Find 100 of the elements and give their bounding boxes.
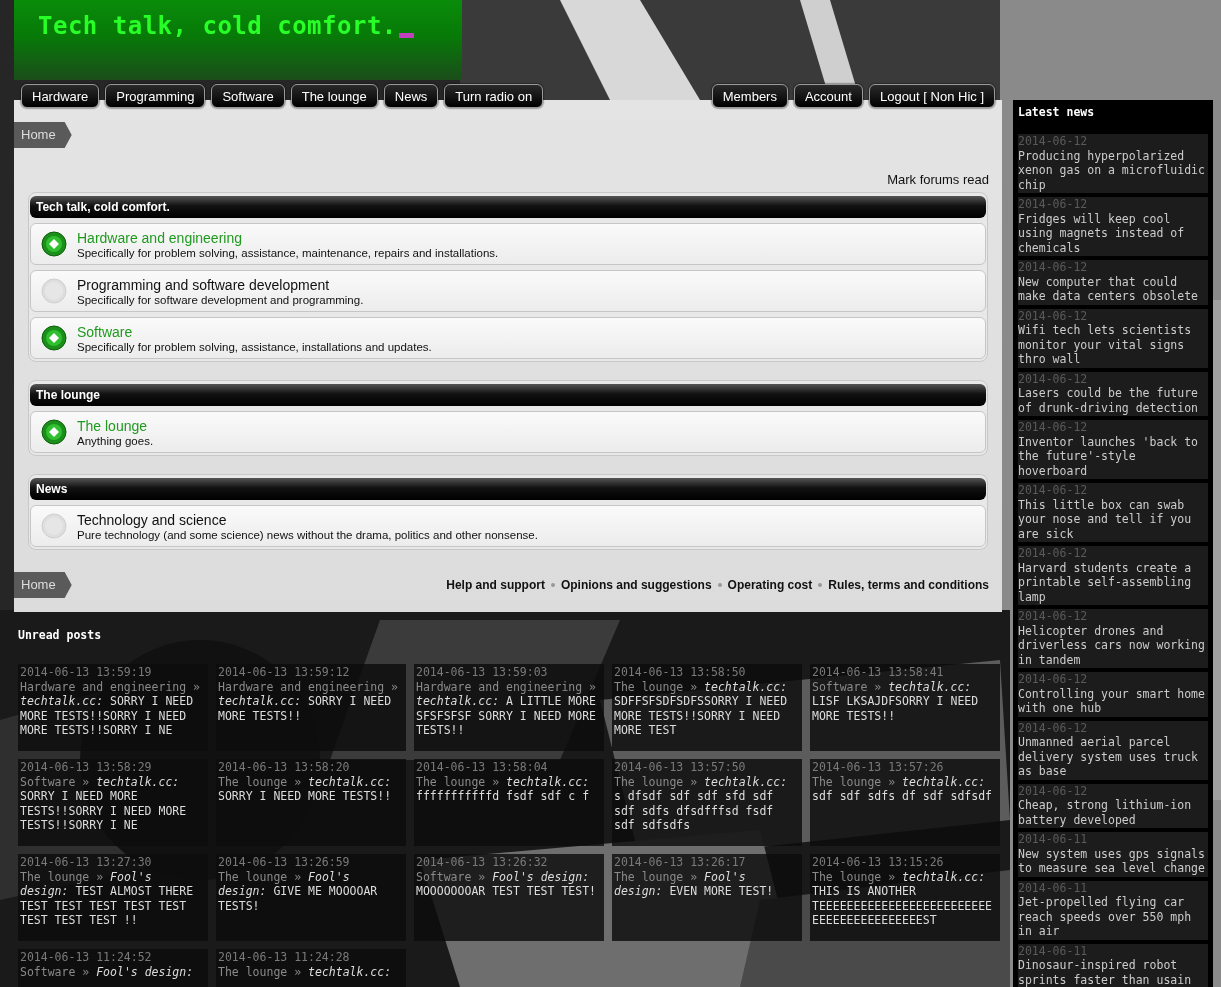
- post-date: 2014-06-13 13:58:50: [614, 665, 747, 680]
- news-item[interactable]: 2014-06-12 Inventor launches 'back to the future'-style hoverboard: [1018, 420, 1208, 479]
- news-date: 2014-06-12: [1018, 420, 1089, 435]
- cursor-icon: [398, 33, 414, 38]
- news-date: 2014-06-12: [1018, 260, 1089, 275]
- post-excerpt: Hardware and engineering » techtalk.cc: A LITTLE MORE SFSFSFSF SORRY I NEED MORE TESTS!!: [416, 679, 598, 738]
- news-title: This little box can swab your nose and tell if you are sick: [1018, 497, 1193, 541]
- post-date: 2014-06-13 13:57:50: [614, 760, 747, 775]
- breadcrumb-link[interactable]: Home: [14, 572, 72, 598]
- news-date: 2014-06-12: [1018, 672, 1089, 687]
- news-item[interactable]: 2014-06-12 Producing hyperpolarized xenon gas on a microfluidic chip: [1018, 134, 1208, 193]
- news-title: New system uses gps signals to measure sea level change: [1018, 846, 1206, 876]
- footer-link[interactable]: Operating cost: [727, 578, 813, 592]
- post-excerpt: The lounge » techtalk.cc: THIS IS ANOTHER TEEEEEEEEEEEEEEEEEEEEEEEEEEEEEEEEEEEEEEEEEST: [812, 869, 993, 928]
- post-date: 2014-06-13 13:58:29: [20, 760, 153, 775]
- news-item[interactable]: 2014-06-11 Dinosaur-inspired robot sprints faster than usain: [1018, 943, 1208, 987]
- footer-link[interactable]: Opinions and suggestions: [560, 578, 712, 592]
- post-card[interactable]: 2014-06-13 13:58:50 The lounge » techtalk.cc: SDFFSFSDFSDFSSORRY I NEED MORE TESTS!!SORRY I NEED MORE TEST: [612, 664, 802, 751]
- post-card[interactable]: 2014-06-13 13:57:50 The lounge » techtalk.cc: s dfsdf sdf sdf sfd sdf sdf sdfs dfsdfffsd fsdf sdf sdfsdfs: [612, 759, 802, 846]
- nav-button[interactable]: Turn radio on: [444, 84, 544, 108]
- post-card[interactable]: 2014-06-13 13:26:32 Software » Fool's design: MOOOOOOOAR TEST TEST TEST!: [414, 854, 604, 941]
- post-card[interactable]: 2014-06-13 13:26:59 The lounge » Fool's design: GIVE ME MOOOOAR TESTS!: [216, 854, 406, 941]
- post-card[interactable]: 2014-06-13 13:59:19 Hardware and engineering » techtalk.cc: SORRY I NEED MORE TESTS!!SORRY I NEED MORE TESTS!!SORRY I NE: [18, 664, 208, 751]
- post-date: 2014-06-13 13:58:41: [812, 665, 945, 680]
- news-title: Cheap, strong lithium-ion battery developed: [1018, 798, 1193, 827]
- post-card[interactable]: 2014-06-13 13:59:03 Hardware and engineering » techtalk.cc: A LITTLE MORE SFSFSFSF SORRY I NEED MORE TESTS!!: [414, 664, 604, 751]
- nav-button[interactable]: Software: [211, 84, 285, 108]
- post-date: 2014-06-13 13:59:03: [416, 665, 549, 680]
- news-date: 2014-06-12: [1018, 134, 1089, 149]
- post-card[interactable]: 2014-06-13 13:58:29 Software » techtalk.cc: SORRY I NEED MORE TESTS!!SORRY I NEED MORE TESTS!!SORRY I NE: [18, 759, 208, 846]
- post-card[interactable]: 2014-06-13 13:57:26 The lounge » techtalk.cc: sdf sdf sdfs df sdf sdfsdf: [810, 759, 1000, 846]
- forum-description: Specifically for problem solving, assistance, maintenance, repairs and installations.: [77, 246, 499, 259]
- post-excerpt: Hardware and engineering » techtalk.cc: SORRY I NEED MORE TESTS!!SORRY I NEED MORE TESTS!!SORRY I NE: [20, 679, 201, 738]
- post-date: 2014-06-13 13:26:17: [614, 855, 747, 870]
- post-date: 2014-06-13 13:15:26: [812, 855, 945, 870]
- post-excerpt: Software » techtalk.cc: SORRY I NEED MORE TESTS!!SORRY I NEED MORE TESTS!!SORRY I NE: [20, 774, 188, 833]
- nav-button[interactable]: Members: [711, 84, 788, 108]
- post-date: 2014-06-13 11:24:28: [218, 950, 351, 965]
- news-item[interactable]: 2014-06-12 Wifi tech lets scientists monitor your vital signs thro wall: [1018, 308, 1208, 368]
- post-card[interactable]: 2014-06-13 13:58:04 The lounge » techtalk.cc: fffffffffffd fsdf sdf c f: [414, 759, 604, 846]
- forum-link[interactable]: Programming and software development: [77, 276, 364, 293]
- news-item[interactable]: 2014-06-12 Harvard students create a printable self-assembling lamp: [1018, 546, 1208, 605]
- post-card[interactable]: 2014-06-13 13:27:30 The lounge » Fool's design: TEST ALMOST THERE TEST TEST TEST TEST TEST TEST TEST TEST !!: [18, 854, 208, 941]
- nav-button[interactable]: Logout [ Non Hic ]: [868, 84, 995, 108]
- footer-link[interactable]: Rules, terms and conditions: [828, 578, 989, 592]
- post-excerpt: The lounge » Fool's design: EVEN MORE TEST!: [614, 869, 775, 899]
- site-logo[interactable]: Tech talk, cold comfort.: [38, 12, 397, 40]
- nav-button[interactable]: The lounge: [290, 84, 378, 108]
- mark-read-link[interactable]: Mark forums read: [887, 172, 989, 187]
- post-card[interactable]: 2014-06-13 13:15:26 The lounge » techtalk.cc: THIS IS ANOTHER TEEEEEEEEEEEEEEEEEEEEEEEEEEEEEEEEEEEEEEEEEST: [810, 854, 1000, 941]
- nav-button[interactable]: Account: [793, 84, 863, 108]
- post-date: 2014-06-13 13:59:19: [20, 665, 153, 680]
- news-date: 2014-06-12: [1018, 308, 1089, 323]
- news-date: 2014-06-12: [1018, 483, 1089, 498]
- news-title: Jet-propelled flying car reach speeds over 550 mph in air: [1018, 895, 1193, 939]
- sidebar-title: Latest news: [1018, 104, 1096, 121]
- news-item[interactable]: 2014-06-12 Helicopter drones and driverless cars now working in tandem: [1018, 609, 1208, 668]
- post-excerpt: The lounge » techtalk.cc: SDFFSFSDFSDFSSORRY I NEED MORE TESTS!!SORRY I NEED MORE TEST: [614, 679, 789, 738]
- post-card[interactable]: 2014-06-13 11:24:52 Software » Fool's design:: [18, 949, 208, 987]
- news-item[interactable]: 2014-06-12 New computer that could make data centers obsolete: [1018, 260, 1208, 305]
- post-card[interactable]: 2014-06-13 13:58:41 Software » techtalk.cc: LISF LKSAJDFSORRY I NEED MORE TESTS!!: [810, 664, 1000, 751]
- post-card[interactable]: 2014-06-13 13:59:12 Hardware and engineering » techtalk.cc: SORRY I NEED MORE TESTS!!: [216, 664, 406, 751]
- news-date: 2014-06-12: [1018, 720, 1089, 735]
- news-item[interactable]: 2014-06-11 Jet-propelled flying car reach speeds over 550 mph in air: [1018, 880, 1208, 940]
- post-excerpt: Software » Fool's design:: [20, 964, 195, 979]
- news-item[interactable]: 2014-06-12 Cheap, strong lithium-ion battery developed: [1018, 783, 1208, 828]
- news-date: 2014-06-12: [1018, 371, 1089, 386]
- news-title: Inventor launches 'back to the future'-style hoverboard: [1018, 434, 1199, 478]
- post-date: 2014-06-13 13:27:30: [20, 855, 153, 870]
- nav-button[interactable]: Hardware: [21, 84, 100, 108]
- news-item[interactable]: 2014-06-12 Lasers could be the future of drunk-driving detection: [1018, 371, 1208, 416]
- footer-link[interactable]: Help and support: [446, 578, 545, 592]
- forum-description: Specifically for problem solving, assistance, installations and updates.: [77, 340, 432, 353]
- post-card[interactable]: 2014-06-13 13:58:20 The lounge » techtalk.cc: SORRY I NEED MORE TESTS!!: [216, 759, 406, 846]
- category-header: News: [30, 478, 986, 500]
- news-title: New computer that could make data centers obsolete: [1018, 274, 1199, 304]
- news-item[interactable]: 2014-06-12 Fridges will keep cool using magnets instead of chemicals: [1018, 197, 1208, 256]
- news-item[interactable]: 2014-06-12 This little box can swab your nose and tell if you are sick: [1018, 483, 1208, 542]
- forum-description: Anything goes.: [77, 434, 154, 447]
- news-item[interactable]: 2014-06-11 New system uses gps signals to measure sea level change: [1018, 832, 1208, 877]
- news-item[interactable]: 2014-06-12 Unmanned aerial parcel delivery system uses truck as base: [1018, 720, 1208, 780]
- forum-description: Specifically for software development and programming.: [77, 293, 364, 306]
- post-date: 2014-06-13 13:58:04: [416, 760, 549, 775]
- forum-link[interactable]: Technology and science: [77, 511, 538, 528]
- news-date: 2014-06-11: [1018, 880, 1089, 895]
- news-date: 2014-06-11: [1018, 943, 1089, 958]
- nav-button[interactable]: Programming: [105, 84, 206, 108]
- news-title: Controlling your smart home with one hub: [1018, 686, 1206, 716]
- news-title: Producing hyperpolarized xenon gas on a microfluidic chip: [1018, 148, 1206, 192]
- post-date: 2014-06-13 13:57:26: [812, 760, 945, 775]
- section-title: Unread posts: [18, 628, 103, 642]
- category-header: The lounge: [30, 384, 986, 406]
- breadcrumb-link[interactable]: Home: [14, 122, 72, 148]
- post-excerpt: The lounge » Fool's design: GIVE ME MOOOOAR TESTS!: [218, 869, 379, 913]
- nav-button[interactable]: News: [383, 84, 439, 108]
- post-card[interactable]: 2014-06-13 11:24:28 The lounge » techtalk.cc:: [216, 949, 406, 987]
- post-card[interactable]: 2014-06-13 13:26:17 The lounge » Fool's design: EVEN MORE TEST!: [612, 854, 802, 941]
- news-date: 2014-06-12: [1018, 609, 1089, 624]
- news-item[interactable]: 2014-06-12 Controlling your smart home with one hub: [1018, 672, 1208, 717]
- news-title: Lasers could be the future of drunk-driving detection: [1018, 386, 1199, 415]
